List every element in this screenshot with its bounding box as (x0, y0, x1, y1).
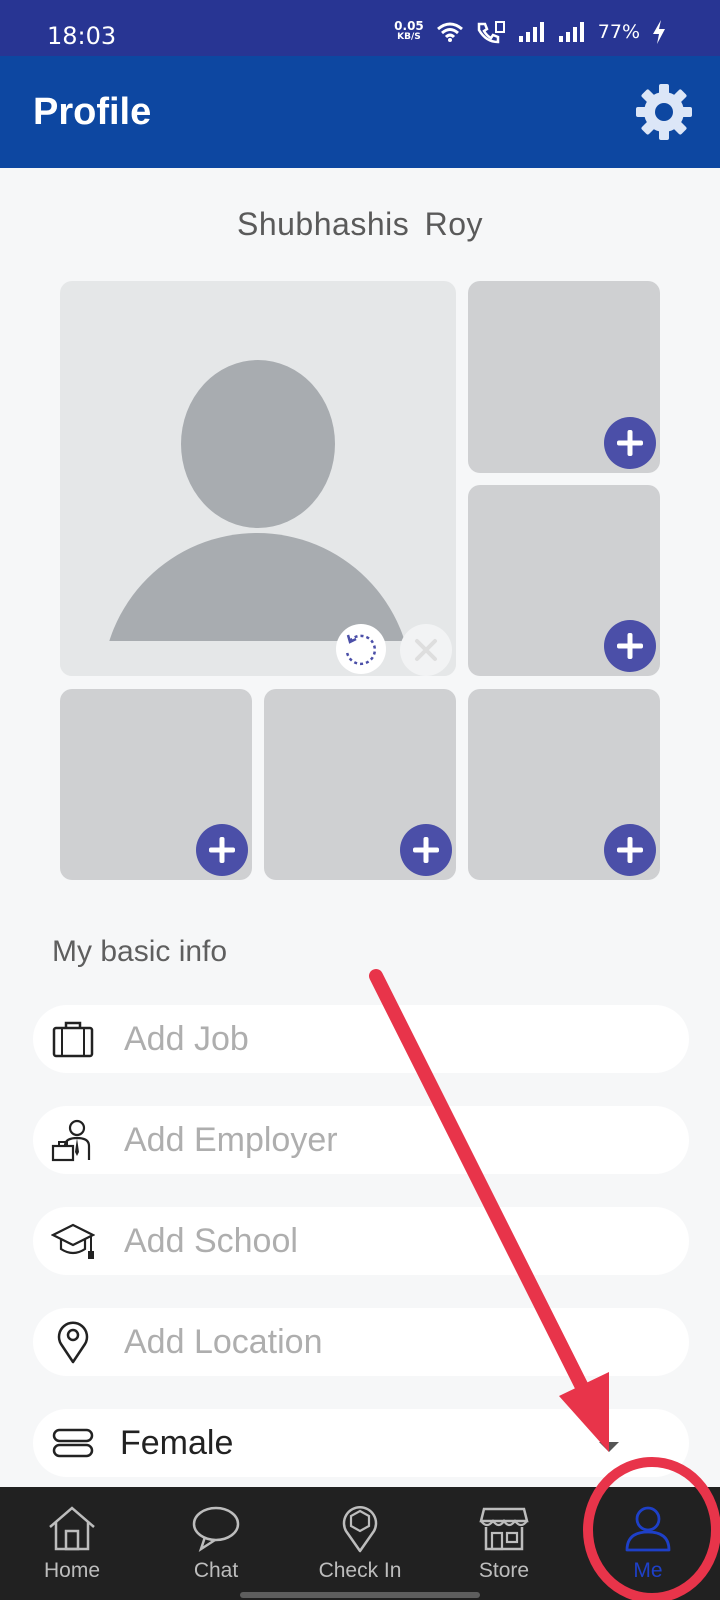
add-location-label: Add Location (124, 1323, 323, 1361)
battery-level: 77% (597, 21, 640, 43)
photo-slot[interactable] (60, 689, 252, 880)
nav-store-label: Store (478, 1559, 530, 1582)
volte-icon (477, 21, 505, 44)
nav-check-in-label: Check In (318, 1559, 402, 1582)
nav-home[interactable]: Home (0, 1487, 144, 1600)
nav-store[interactable]: Store (432, 1487, 576, 1600)
remove-photo-button[interactable] (400, 624, 452, 676)
bottom-navigation: Home Chat Check In Store Me (0, 1487, 720, 1600)
status-icons: 0.05 KB/S 77% (394, 20, 666, 44)
graduation-cap-icon (51, 1223, 95, 1259)
charging-icon (653, 20, 665, 44)
plus-icon[interactable] (196, 824, 248, 876)
network-speed: 0.05 KB/S (394, 19, 424, 43)
add-school-field[interactable]: Add School (33, 1207, 689, 1275)
add-location-field[interactable]: Add Location (33, 1308, 689, 1376)
network-speed-unit: KB/S (397, 32, 421, 42)
add-employer-label: Add Employer (124, 1121, 338, 1159)
basic-info-heading: My basic info (52, 935, 228, 968)
wifi-icon (436, 22, 463, 42)
app-bar: Profile (0, 56, 720, 168)
chevron-down-icon[interactable] (599, 1442, 619, 1452)
add-job-label: Add Job (124, 1020, 249, 1058)
photo-slot[interactable] (468, 485, 660, 676)
nav-chat[interactable]: Chat (144, 1487, 288, 1600)
plus-icon[interactable] (604, 620, 656, 672)
network-speed-value: 0.05 (394, 19, 424, 33)
store-icon (479, 1507, 529, 1551)
home-icon (49, 1506, 95, 1551)
gender-select[interactable]: Female (33, 1409, 689, 1477)
briefcase-icon (52, 1021, 94, 1058)
add-job-field[interactable]: Add Job (33, 1005, 689, 1073)
add-school-label: Add School (124, 1222, 298, 1260)
location-pin-icon (57, 1321, 89, 1364)
plus-icon[interactable] (400, 824, 452, 876)
nav-chat-label: Chat (193, 1559, 239, 1582)
plus-icon[interactable] (604, 824, 656, 876)
home-indicator (240, 1592, 480, 1598)
photo-slot[interactable] (264, 689, 456, 880)
photo-slot[interactable] (468, 281, 660, 473)
employer-icon (51, 1119, 91, 1162)
page-title: Profile (33, 91, 152, 133)
nav-me[interactable]: Me (576, 1487, 720, 1600)
rotate-icon (345, 634, 377, 666)
nav-me-label: Me (633, 1559, 663, 1582)
gender-value: Female (120, 1424, 234, 1462)
chat-bubble-icon (192, 1506, 240, 1552)
signal-icon (558, 22, 584, 42)
add-employer-field[interactable]: Add Employer (33, 1106, 689, 1174)
main-photo[interactable] (60, 281, 456, 676)
close-icon (415, 639, 437, 661)
nav-check-in[interactable]: Check In (288, 1487, 432, 1600)
signal-icon (518, 22, 544, 42)
profile-name: Shubhashis Roy (236, 206, 484, 242)
gender-icon (52, 1428, 94, 1458)
plus-icon[interactable] (604, 417, 656, 469)
user-icon (625, 1506, 671, 1552)
status-time: 18:03 (47, 22, 117, 50)
nav-home-label: Home (43, 1559, 101, 1582)
rotate-photo-button[interactable] (336, 624, 386, 674)
photo-slot[interactable] (468, 689, 660, 880)
avatar-placeholder-head (181, 360, 335, 528)
check-in-pin-icon (342, 1506, 378, 1553)
status-bar: 18:03 0.05 KB/S 77% (0, 0, 720, 56)
gear-icon[interactable] (634, 82, 694, 142)
